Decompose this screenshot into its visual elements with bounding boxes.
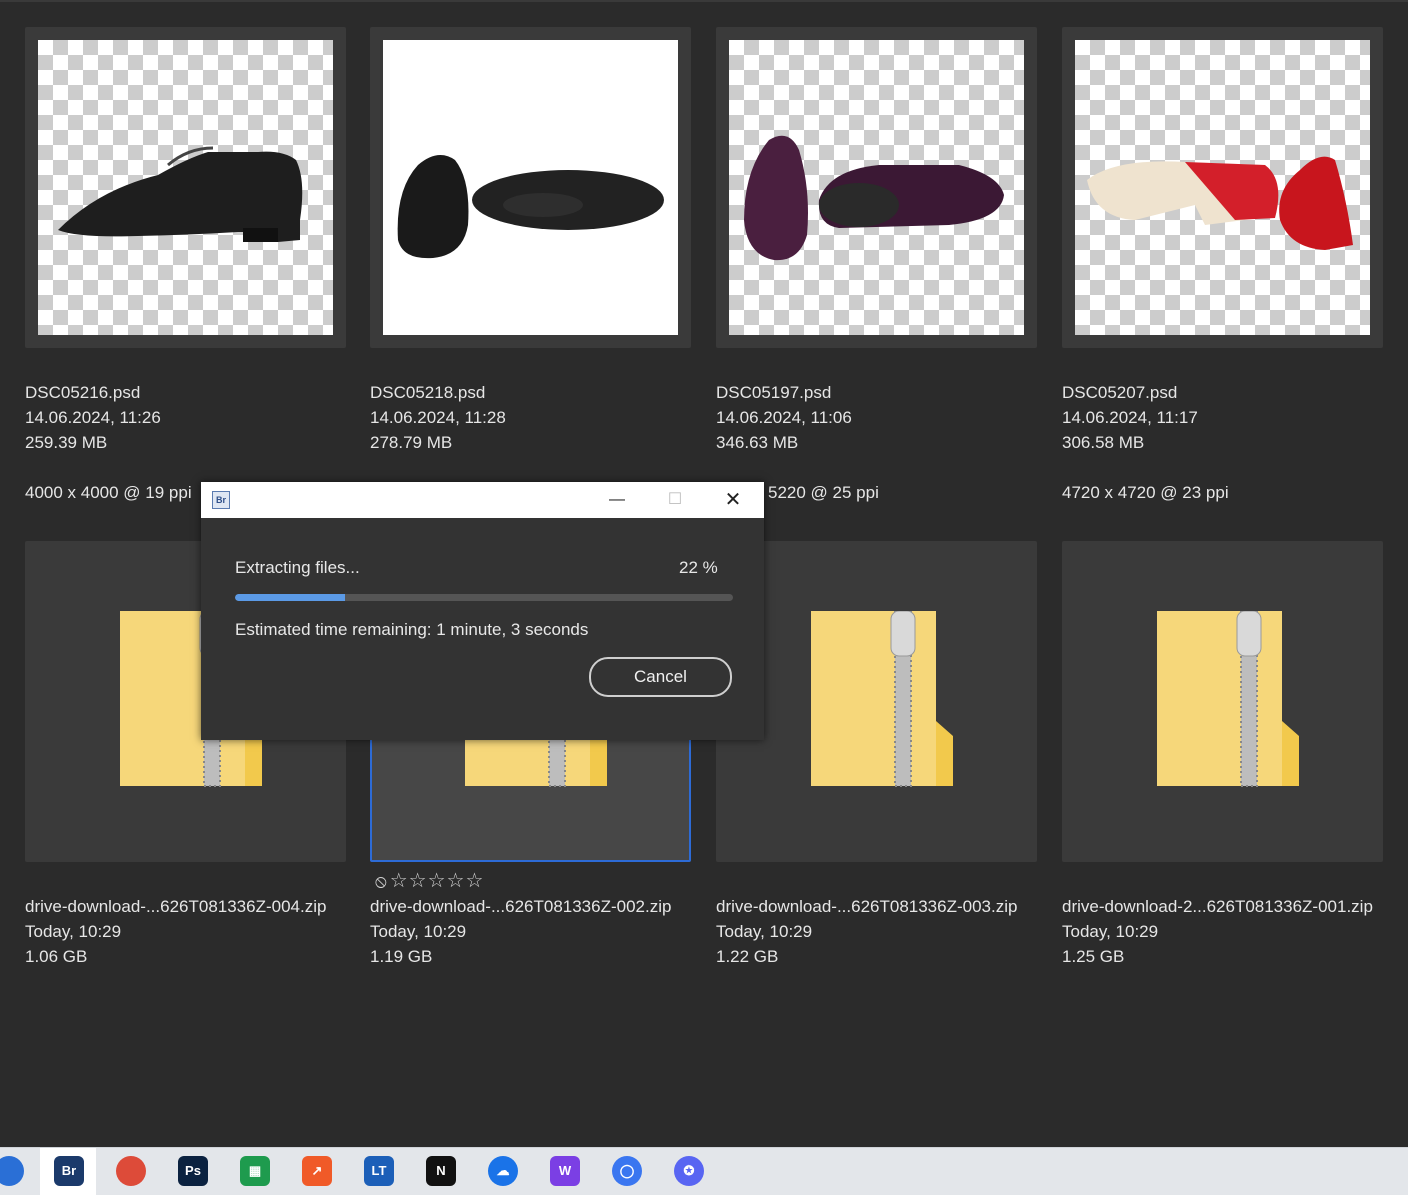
file-date: 14.06.2024, 11:06 <box>716 408 852 427</box>
purple-velvet-shoe-pair-image <box>744 135 1004 261</box>
maximize-button[interactable]: ☐ <box>646 482 704 518</box>
file-name[interactable]: drive-download-...626T081336Z-003.zip <box>716 894 1017 919</box>
file-size: 278.79 MB <box>370 433 453 452</box>
extract-progress-dialog: Br — ☐ ✕ Extracting files... 22 % Estima… <box>201 482 764 740</box>
file-info-dsc05218: DSC05218.psd 14.06.2024, 11:28 278.79 MB <box>370 380 506 455</box>
firefox-icon[interactable] <box>0 1156 24 1186</box>
analytics-icon[interactable]: ↗ <box>302 1156 332 1186</box>
file-date: 14.06.2024, 11:26 <box>25 408 161 427</box>
thumbnail-zip-003[interactable] <box>716 541 1037 862</box>
languagetool-icon[interactable]: LT <box>364 1156 394 1186</box>
reject-icon[interactable]: ⦸ <box>375 871 388 891</box>
file-name[interactable]: drive-download-2...626T081336Z-001.zip <box>1062 894 1373 919</box>
star-icons[interactable]: ☆☆☆☆☆ <box>390 870 485 892</box>
file-info-dsc05197: DSC05197.psd 14.06.2024, 11:06 346.63 MB <box>716 380 852 455</box>
file-info-zip-003: drive-download-...626T081336Z-003.zip To… <box>716 894 1017 969</box>
black-leather-shoe-image <box>58 146 303 242</box>
transparent-preview <box>729 40 1024 335</box>
file-info-zip-002: drive-download-...626T081336Z-002.zip To… <box>370 894 671 969</box>
minimize-button[interactable]: — <box>588 482 646 518</box>
dialog-titlebar[interactable]: Br — ☐ ✕ <box>201 482 764 518</box>
thumbnail-dsc05216[interactable] <box>25 27 346 348</box>
file-name[interactable]: drive-download-...626T081336Z-002.zip <box>370 894 671 919</box>
file-size: 1.06 GB <box>25 947 88 966</box>
thumbnail-dsc05207[interactable] <box>1062 27 1383 348</box>
thumbnail-dsc05218[interactable] <box>370 27 691 348</box>
file-info-zip-001: drive-download-2...626T081336Z-001.zip T… <box>1062 894 1373 969</box>
onedrive-icon[interactable]: ☁ <box>488 1156 518 1186</box>
file-size: 1.22 GB <box>716 947 779 966</box>
signal-icon[interactable]: ◯ <box>612 1156 642 1186</box>
chrome-icon[interactable] <box>116 1156 146 1186</box>
rating-stars[interactable]: ⦸ ☆☆☆☆☆ <box>375 868 484 893</box>
bridge-icon[interactable]: Br <box>54 1156 84 1186</box>
discord-icon[interactable]: ✪ <box>674 1156 704 1186</box>
file-dimensions: 5220 @ 25 ppi <box>768 483 879 502</box>
file-date: Today, 10:29 <box>1062 922 1159 941</box>
file-size: 306.58 MB <box>1062 433 1145 452</box>
notion-icon[interactable]: N <box>426 1156 456 1186</box>
file-name[interactable]: drive-download-...626T081336Z-004.zip <box>25 894 326 919</box>
file-size: 346.63 MB <box>716 433 799 452</box>
sheets-icon[interactable]: ▦ <box>240 1156 270 1186</box>
file-date: 14.06.2024, 11:28 <box>370 408 506 427</box>
photoshop-icon[interactable]: Ps <box>178 1156 208 1186</box>
file-size: 1.19 GB <box>370 947 433 966</box>
taskbar: Br Ps ▦ ↗ LT N ☁ W ◯ ✪ <box>0 1147 1408 1195</box>
file-name[interactable]: DSC05216.psd <box>25 380 161 405</box>
bridge-app-icon: Br <box>212 491 230 509</box>
cancel-button[interactable]: Cancel <box>589 657 732 697</box>
transparent-preview <box>1075 40 1370 335</box>
file-date: 14.06.2024, 11:17 <box>1062 408 1198 427</box>
thumbnail-zip-001[interactable] <box>1062 541 1383 862</box>
black-shoe-pair-image <box>397 155 664 259</box>
zip-folder-icon <box>811 611 953 787</box>
file-name[interactable]: DSC05218.psd <box>370 380 506 405</box>
file-dimensions: 4000 x 4000 @ 19 ppi <box>25 483 192 502</box>
progress-bar <box>235 594 733 601</box>
eta-text: Estimated time remaining: 1 minute, 3 se… <box>235 620 589 639</box>
file-name[interactable]: DSC05207.psd <box>1062 380 1198 405</box>
file-size: 1.25 GB <box>1062 947 1125 966</box>
top-divider <box>0 0 1408 2</box>
file-info-dsc05216: DSC05216.psd 14.06.2024, 11:26 259.39 MB <box>25 380 161 455</box>
close-button[interactable]: ✕ <box>704 482 762 518</box>
file-info-zip-004: drive-download-...626T081336Z-004.zip To… <box>25 894 326 969</box>
w-app-icon[interactable]: W <box>550 1156 580 1186</box>
transparent-preview <box>38 40 333 335</box>
status-text: Extracting files... <box>235 558 360 577</box>
file-info-dsc05207: DSC05207.psd 14.06.2024, 11:17 306.58 MB <box>1062 380 1198 455</box>
percent-text: 22 % <box>679 558 718 577</box>
file-date: Today, 10:29 <box>370 922 467 941</box>
file-date: Today, 10:29 <box>25 922 122 941</box>
white-preview <box>383 40 678 335</box>
zip-folder-icon <box>1157 611 1299 787</box>
red-shoe-pair-image <box>1087 156 1353 250</box>
file-name[interactable]: DSC05197.psd <box>716 380 852 405</box>
file-date: Today, 10:29 <box>716 922 813 941</box>
file-size: 259.39 MB <box>25 433 108 452</box>
progress-fill <box>235 594 345 601</box>
thumbnail-dsc05197[interactable] <box>716 27 1037 348</box>
file-dimensions: 4720 x 4720 @ 23 ppi <box>1062 483 1229 502</box>
